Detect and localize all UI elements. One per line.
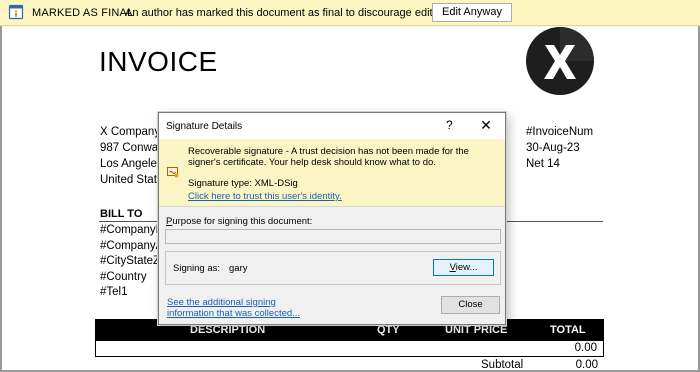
signature-status-panel: Recoverable signature - A trust decision…: [159, 139, 505, 207]
marked-as-final-bar: MARKED AS FINAL An author has marked thi…: [0, 0, 700, 26]
signature-details-dialog: Signature Details ? ✕ Recoverable signat…: [158, 112, 506, 325]
info-document-icon: [8, 4, 24, 20]
dialog-title: Signature Details: [166, 121, 243, 132]
bill-to-lines: #CompanyN #CompanyA #CityStateZi #Countr…: [100, 223, 164, 301]
signature-type: Signature type: XML-DSig: [188, 178, 298, 189]
purpose-label-text: urpose for signing this document:: [172, 216, 313, 227]
column-header-description: DESCRIPTION: [190, 324, 266, 336]
purpose-field[interactable]: [165, 229, 501, 244]
invoice-number: #InvoiceNum: [526, 126, 594, 138]
signing-as-group: Signing as: gary View...: [165, 251, 501, 285]
bill-to-line: #CompanyN: [100, 224, 164, 236]
invoice-table: DESCRIPTION QTY UNIT PRICE TOTAL 0.00 Su…: [95, 319, 604, 370]
company-line: United State: [100, 174, 164, 186]
close-button[interactable]: Close: [441, 296, 500, 314]
trust-identity-link[interactable]: Click here to trust this user's identity…: [188, 191, 342, 202]
signature-warning-icon: [167, 167, 179, 178]
company-line: X Company: [100, 126, 161, 138]
signer-name: gary: [229, 263, 248, 274]
help-icon[interactable]: ?: [446, 118, 453, 132]
edit-anyway-button[interactable]: Edit Anyway: [432, 3, 512, 22]
column-header-unit-price: UNIT PRICE: [445, 324, 508, 336]
row-total: 0.00: [574, 342, 597, 354]
dialog-titlebar[interactable]: Signature Details ? ✕: [159, 113, 505, 139]
company-line: 987 Conway: [100, 142, 164, 154]
additional-info-link[interactable]: See the additional signing information t…: [167, 297, 317, 319]
bill-to-line: #Country: [100, 270, 147, 283]
invoice-date: 30-Aug-23: [526, 142, 580, 154]
bill-to-line: #Tel1: [100, 286, 128, 298]
x-logo: [526, 27, 594, 95]
company-line: Los Angeles,: [100, 158, 166, 170]
close-icon[interactable]: ✕: [477, 117, 495, 135]
subtotal-label: Subtotal: [481, 359, 524, 370]
payment-terms: Net 14: [526, 158, 560, 170]
invoice-meta: #InvoiceNum 30-Aug-23 Net 14: [526, 124, 593, 172]
view-certificate-button[interactable]: View...: [433, 259, 494, 276]
view-button-text: iew...: [455, 262, 478, 273]
final-bar-title: MARKED AS FINAL: [32, 7, 134, 19]
bill-to-line: #CityStateZi: [100, 255, 163, 267]
signature-status-description: Recoverable signature - A trust decision…: [188, 146, 469, 168]
signing-as-label: Signing as:: [173, 263, 221, 274]
bill-to-line: #CompanyA: [100, 239, 164, 252]
column-header-total: TOTAL: [550, 324, 586, 336]
purpose-label: Purpose for signing this document:: [166, 216, 312, 227]
company-address: X Company 987 Conway Los Angeles, United…: [100, 124, 166, 188]
final-bar-message: An author has marked this document as fi…: [125, 7, 451, 19]
column-header-qty: QTY: [377, 324, 400, 336]
subtotal-row: Subtotal 0.00: [95, 357, 604, 370]
table-row[interactable]: 0.00: [95, 341, 604, 357]
invoice-title: INVOICE: [99, 46, 218, 77]
bill-to-heading: BILL TO: [100, 208, 143, 220]
subtotal-value: 0.00: [575, 359, 598, 370]
